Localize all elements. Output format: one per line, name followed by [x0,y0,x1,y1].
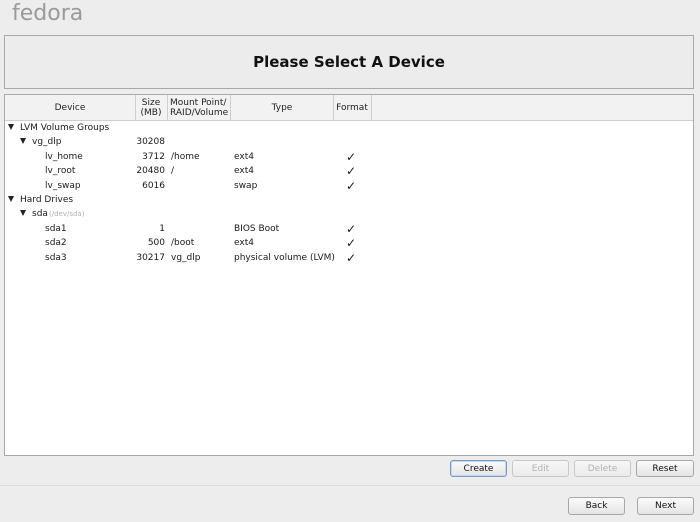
tree-row[interactable]: lv_swap 6016 swap ✓ [5,179,693,193]
expander-triangle-icon[interactable] [8,124,14,130]
device-type: BIOS Boot [234,223,280,234]
device-type: ext4 [234,238,254,249]
expander-triangle-icon[interactable] [20,138,26,145]
device-size [105,121,165,135]
tree-row[interactable]: lv_home 3712/home ext4 ✓ [5,150,693,164]
create-button[interactable]: Create [450,460,507,477]
device-name: sda3 [45,252,67,263]
device-name: sda [32,209,48,220]
tree-row[interactable]: lv_root 20480 / ext4 ✓ [5,164,693,178]
tree-row[interactable]: sda (/dev/sda) [5,207,693,221]
tree-row[interactable]: sda2 500/boot ext4 ✓ [5,236,693,250]
format-check-icon[interactable]: ✓ [343,164,359,178]
tree-row[interactable]: sda1 1 BIOS Boot ✓ [5,222,693,236]
device-mount-point: / [171,166,175,177]
title-panel: Please Select A Device [4,35,694,89]
device-size [105,207,165,221]
device-path-hint: (/dev/sda) [49,210,85,219]
device-name: sda1 [45,223,67,234]
device-size: 3712 [142,151,165,162]
delete-button[interactable]: Delete [574,460,631,477]
column-header-device[interactable]: Device [5,95,136,120]
device-size: 500 [147,238,165,249]
device-size: 1 [159,223,165,234]
device-name: lv_swap [45,180,81,191]
bottom-separator [0,485,700,486]
tree-row[interactable]: LVM Volume Groups [5,121,693,135]
format-check-icon[interactable]: ✓ [343,251,359,265]
tree-row[interactable]: sda3 30217 vg_dlp physical volume (LVM) ✓ [5,251,693,265]
device-size: 30217 [136,252,165,263]
device-size: 20480 [136,166,165,177]
back-button[interactable]: Back [568,497,625,515]
device-name: vg_dlp [32,137,62,148]
device-name: LVM Volume Groups [20,123,110,133]
device-name: Hard Drives [20,195,74,205]
expander-triangle-icon[interactable] [20,210,26,217]
column-header-size[interactable]: Size (MB) [135,95,168,120]
format-check-icon[interactable]: ✓ [343,150,359,164]
device-size: 6016 [142,180,165,191]
edit-button[interactable]: Edit [512,460,569,477]
page-title: Please Select A Device [253,53,445,71]
device-type: physical volume (LVM) [234,252,335,263]
column-header-format[interactable]: Format [333,95,372,120]
device-name: lv_home [45,151,83,162]
format-check-icon[interactable]: ✓ [343,222,359,236]
reset-button[interactable]: Reset [636,460,694,477]
column-header-type[interactable]: Type [231,95,334,120]
expander-triangle-icon[interactable] [8,196,14,202]
tree-row[interactable]: vg_dlp 30208 [5,135,693,149]
fedora-logo: fedora [12,1,84,26]
device-tree[interactable]: Device Size (MB) Mount Point/ RAID/Volum… [4,94,694,456]
format-check-icon[interactable]: ✓ [343,236,359,250]
device-size: 30208 [136,137,165,148]
device-type: ext4 [234,151,254,162]
device-size [105,193,165,207]
device-name: sda2 [45,238,67,249]
column-header-mount[interactable]: Mount Point/ RAID/Volume [167,95,231,120]
tree-row[interactable]: Hard Drives [5,193,693,207]
device-type: swap [234,180,258,191]
next-button[interactable]: Next [637,497,694,515]
tree-header: Device Size (MB) Mount Point/ RAID/Volum… [5,95,693,121]
device-name: lv_root [45,166,76,177]
device-mount-point: /boot [171,238,195,249]
format-check-icon[interactable]: ✓ [343,179,359,193]
device-mount-point: vg_dlp [171,252,201,263]
device-mount-point: /home [171,151,200,162]
device-type: ext4 [234,166,254,177]
